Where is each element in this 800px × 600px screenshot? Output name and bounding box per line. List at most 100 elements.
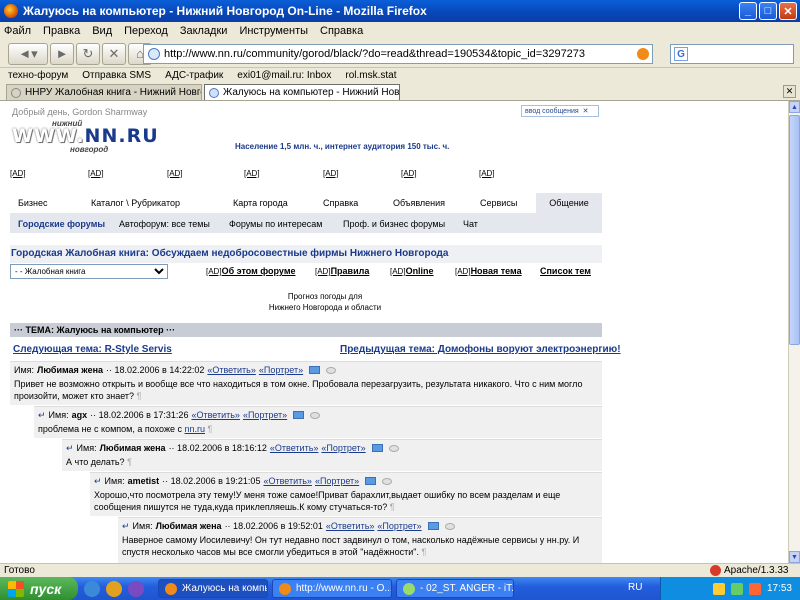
site-logo[interactable]: нижний WWW.NN.RU новгород <box>10 119 158 154</box>
close-tab-button[interactable]: ✕ <box>783 85 796 98</box>
tab-complaint-computer[interactable]: Жалуюсь на компьютер - Нижний Новго... <box>204 84 400 100</box>
back-button[interactable]: ◄▾ <box>8 42 48 65</box>
menu-help[interactable]: Справка <box>320 25 363 37</box>
bookmark-item[interactable]: техно-форум <box>8 70 68 81</box>
minimize-button[interactable]: _ <box>739 2 757 20</box>
topic-list-link[interactable]: Список тем <box>540 266 591 276</box>
subnav-auto-forum[interactable]: Автофорум: все темы <box>119 219 210 229</box>
nav-reference[interactable]: Справка <box>323 198 358 208</box>
page-icon <box>148 48 160 60</box>
previous-topic-link[interactable]: Предыдущая тема: Домофоны воруют электро… <box>340 344 621 355</box>
go-icon[interactable] <box>637 48 649 60</box>
nav-services[interactable]: Сервисы <box>480 198 517 208</box>
mail-icon[interactable] <box>371 444 383 452</box>
menu-tools[interactable]: Инструменты <box>239 25 308 37</box>
ad-link[interactable]: [AD] <box>323 169 339 178</box>
nn-ru-link[interactable]: nn.ru <box>185 424 206 434</box>
ad-link[interactable]: [AD] <box>167 169 183 178</box>
mail-icon[interactable] <box>365 477 377 485</box>
tab-complaint-book[interactable]: ННРУ Жалобная книга - Нижний Новгоро... <box>6 84 202 100</box>
menu-go[interactable]: Переход <box>124 25 168 37</box>
main-navigation: Бизнес Каталог \ Рубрикатор Карта города… <box>10 193 602 213</box>
nav-ads[interactable]: Объявления <box>393 198 445 208</box>
portrait-link[interactable]: «Портрет» <box>377 520 421 532</box>
media-player-icon[interactable] <box>128 580 144 597</box>
tray-icon[interactable] <box>712 582 725 595</box>
start-button[interactable]: пуск <box>0 577 78 600</box>
nav-city-map[interactable]: Карта города <box>233 198 288 208</box>
forum-select[interactable]: - - Жалобная книга <box>10 264 168 279</box>
scroll-down-icon[interactable]: ▼ <box>789 551 800 563</box>
nav-business[interactable]: Бизнес <box>18 198 48 208</box>
portrait-link[interactable]: «Портрет» <box>243 409 287 421</box>
subnav-chat[interactable]: Чат <box>463 219 478 229</box>
folder-icon[interactable] <box>106 580 122 597</box>
eye-icon[interactable] <box>444 522 455 530</box>
subnav-interest-forums[interactable]: Форумы по интересам <box>229 219 322 229</box>
reply-link[interactable]: «Ответить» <box>207 364 255 376</box>
subnav-business-forums[interactable]: Проф. и бизнес форумы <box>343 219 445 229</box>
forward-button[interactable]: ► <box>50 42 74 65</box>
mail-icon[interactable] <box>427 522 439 530</box>
eye-icon[interactable] <box>388 444 399 452</box>
about-forum-link[interactable]: [AD]Об этом форуме <box>206 266 295 276</box>
bookmark-item[interactable]: rol.msk.stat <box>345 70 396 81</box>
reply-link[interactable]: «Ответить» <box>326 520 374 532</box>
close-icon[interactable]: ✕ <box>583 107 589 115</box>
reply-link[interactable]: «Ответить» <box>270 442 318 454</box>
task-nnru-page[interactable]: http://www.nn.ru - O... <box>272 579 392 598</box>
tray-icon[interactable] <box>730 582 743 595</box>
menu-view[interactable]: Вид <box>92 25 112 37</box>
scroll-up-icon[interactable]: ▲ <box>789 101 800 113</box>
post-body: А что делать? <box>66 457 125 467</box>
menu-bookmarks[interactable]: Закладки <box>180 25 228 37</box>
tray-icon[interactable] <box>748 582 761 595</box>
subnav-city-forums[interactable]: Городские форумы <box>18 219 105 229</box>
reply-link[interactable]: «Ответить» <box>191 409 239 421</box>
portrait-link[interactable]: «Портрет» <box>321 442 365 454</box>
bookmark-item[interactable]: Отправка SMS <box>82 70 151 81</box>
address-input[interactable] <box>164 48 634 60</box>
ad-link[interactable]: [AD] <box>244 169 260 178</box>
eye-icon[interactable] <box>310 411 321 419</box>
language-indicator[interactable]: RU <box>628 582 642 593</box>
ad-link[interactable]: [AD] <box>479 169 495 178</box>
bookmark-item[interactable]: exi01@mail.ru: Inbox <box>237 70 331 81</box>
search-box[interactable]: G <box>670 44 794 64</box>
ad-link[interactable]: [AD] <box>401 169 417 178</box>
next-topic-link[interactable]: Следующая тема: R-Style Servis <box>13 344 172 355</box>
menu-file[interactable]: Файл <box>4 25 31 37</box>
bookmark-item[interactable]: АДС-трафик <box>165 70 223 81</box>
nav-communication[interactable]: Общение <box>536 193 602 213</box>
close-button[interactable]: ✕ <box>779 2 797 20</box>
menu-edit[interactable]: Правка <box>43 25 80 37</box>
ad-link[interactable]: [AD] <box>88 169 104 178</box>
reply-link[interactable]: «Ответить» <box>263 475 311 487</box>
forum-post: ↵ Имя: Любимая жена ·· 18.02.2006 в 19:5… <box>118 517 602 563</box>
menu-bar: Файл Правка Вид Переход Закладки Инструм… <box>0 22 800 40</box>
portrait-link[interactable]: «Портрет» <box>315 475 359 487</box>
scrollbar-thumb[interactable] <box>789 115 800 345</box>
ie-icon[interactable] <box>84 580 100 597</box>
nav-catalog[interactable]: Каталог \ Рубрикатор <box>91 198 180 208</box>
stop-button[interactable]: ✕ <box>102 42 126 65</box>
online-link[interactable]: [AD]Online <box>390 266 434 276</box>
eye-icon[interactable] <box>382 477 393 485</box>
portrait-link[interactable]: «Портрет» <box>259 364 303 376</box>
new-topic-link[interactable]: [AD]Новая тема <box>455 266 522 276</box>
address-bar[interactable] <box>143 44 653 64</box>
stop-sign-icon <box>710 565 721 576</box>
ad-link[interactable]: [AD] <box>10 169 26 178</box>
reload-button[interactable]: ↻ <box>76 42 100 65</box>
vertical-scrollbar[interactable]: ▲ ▼ <box>788 101 800 563</box>
mail-icon[interactable] <box>293 411 305 419</box>
google-icon[interactable]: G <box>674 47 688 61</box>
weather-forecast-link[interactable]: Прогноз погоды для Нижнего Новгорода и о… <box>250 291 400 313</box>
maximize-button[interactable]: □ <box>759 2 777 20</box>
message-input-button[interactable]: ввод сообщения ✕ <box>521 105 599 117</box>
task-firefox-complaint[interactable]: Жалуюсь на компьют... <box>158 579 268 598</box>
rules-link[interactable]: [AD]Правила <box>315 266 369 276</box>
mail-icon[interactable] <box>309 366 321 374</box>
task-itunes[interactable]: - 02_ST. ANGER - iT... <box>396 579 514 598</box>
eye-icon[interactable] <box>326 366 337 374</box>
